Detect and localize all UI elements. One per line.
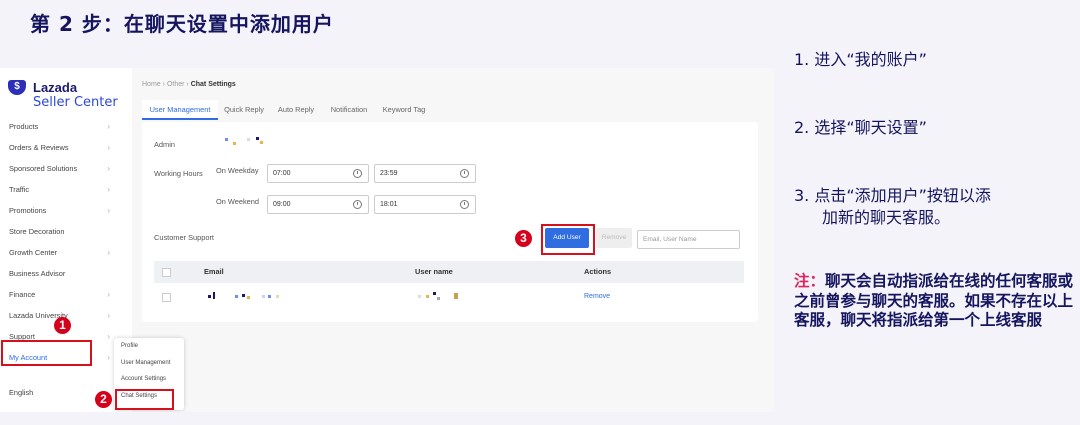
weekday-end-value: 23:59 [380, 170, 398, 177]
clock-icon [353, 200, 362, 209]
submenu-item-account-settings[interactable]: Account Settings [114, 371, 184, 388]
highlight-my-account [1, 340, 92, 366]
sidebar-item-label: Traffic [9, 185, 30, 194]
language-switcher[interactable]: English [9, 388, 33, 397]
sidebar-item-label: Store Decoration [9, 227, 65, 236]
highlight-chat-settings [115, 389, 174, 410]
breadcrumb-separator: › [162, 81, 165, 88]
weekday-end-time[interactable]: 23:59 [374, 164, 476, 183]
clock-icon [460, 169, 469, 178]
step-badge-3: 3 [515, 230, 532, 247]
lazada-logo[interactable]: $ Lazada Seller Center [6, 80, 126, 112]
tab-notification[interactable]: Notification [324, 100, 374, 120]
user-management-panel [142, 122, 758, 322]
tab-quick-reply[interactable]: Quick Reply [220, 100, 268, 120]
row-remove-link[interactable]: Remove [584, 293, 610, 300]
sidebar-item-store-decoration[interactable]: Store Decoration [0, 221, 132, 242]
sidebar-item-business-advisor[interactable]: Business Advisor [0, 263, 132, 284]
breadcrumb-current: Chat Settings [190, 81, 236, 88]
step-badge-2: 2 [95, 391, 112, 408]
column-header-actions: Actions [584, 267, 612, 276]
weekend-end-time[interactable]: 18:01 [374, 195, 476, 214]
chevron-right-icon: › [107, 311, 110, 320]
weekday-start-time[interactable]: 07:00 [267, 164, 369, 183]
note-prefix: 注： [794, 272, 826, 290]
step-1-text: 1. 进入“我的账户” [794, 50, 927, 69]
remove-button[interactable]: Remove [596, 228, 632, 248]
logo-subtitle: Seller Center [33, 95, 118, 110]
breadcrumb: Home › Other › Chat Settings [142, 81, 236, 88]
step-badge-1: 1 [54, 317, 71, 334]
weekend-start-time[interactable]: 09:00 [267, 195, 369, 214]
chevron-right-icon: › [107, 353, 110, 362]
sidebar-item-label: Finance [9, 290, 36, 299]
chevron-right-icon: › [107, 164, 110, 173]
step-2-text: 2. 选择“聊天设置” [794, 118, 927, 137]
sidebar-item-products[interactable]: Products › [0, 116, 132, 137]
clock-icon [353, 169, 362, 178]
weekday-start-value: 07:00 [273, 170, 291, 177]
row-checkbox[interactable] [162, 293, 171, 302]
sidebar-item-label: Sponsored Solutions [9, 164, 78, 173]
lazada-heart-icon: $ [8, 80, 26, 95]
settings-tabs: User Management Quick Reply Auto Reply N… [142, 100, 758, 120]
slide-title: 第 2 步：在聊天设置中添加用户 [30, 12, 334, 36]
breadcrumb-home[interactable]: Home [142, 81, 161, 88]
sidebar-item-label: Products [9, 122, 39, 131]
customer-support-label: Customer Support [154, 233, 214, 242]
sidebar-item-orders-reviews[interactable]: Orders & Reviews › [0, 137, 132, 158]
chevron-right-icon: › [107, 290, 110, 299]
step-3-text: 3. 点击“添加用户”按钮以添 [794, 186, 991, 205]
tab-auto-reply[interactable]: Auto Reply [272, 100, 320, 120]
tab-user-management[interactable]: User Management [142, 100, 218, 120]
logo-name: Lazada [33, 80, 78, 95]
submenu-item-user-management[interactable]: User Management [114, 355, 184, 372]
sidebar-item-label: Business Advisor [9, 269, 66, 278]
table-header: Email User name Actions [154, 261, 744, 283]
sidebar-item-sponsored-solutions[interactable]: Sponsored Solutions › [0, 158, 132, 179]
working-hours-label: Working Hours [154, 169, 203, 178]
chevron-right-icon: › [107, 122, 110, 131]
column-header-user-name: User name [415, 267, 453, 276]
column-header-email: Email [204, 267, 224, 276]
weekend-start-value: 09:00 [273, 201, 291, 208]
highlight-add-user [541, 224, 595, 255]
weekend-end-value: 18:01 [380, 201, 398, 208]
seller-center-screenshot: $ Lazada Seller Center Products › Orders … [0, 68, 774, 412]
note-text: 注：聊天会自动指派给在线的任何客服或之前曾参与聊天的客服。如果不存在以上客服，聊… [794, 272, 1078, 331]
sidebar-item-promotions[interactable]: Promotions › [0, 200, 132, 221]
weekday-label: On Weekday [216, 166, 259, 175]
sidebar-item-traffic[interactable]: Traffic › [0, 179, 132, 200]
breadcrumb-other[interactable]: Other [167, 81, 185, 88]
chevron-right-icon: › [107, 248, 110, 257]
chevron-right-icon: › [107, 332, 110, 341]
sidebar-item-label: Orders & Reviews [9, 143, 69, 152]
chevron-right-icon: › [107, 206, 110, 215]
step-3-continuation: 加新的聊天客服。 [822, 208, 951, 227]
tab-keyword-tag[interactable]: Keyword Tag [378, 100, 430, 120]
sidebar-item-label: Promotions [9, 206, 47, 215]
chevron-right-icon: › [107, 143, 110, 152]
weekend-label: On Weekend [216, 197, 260, 206]
breadcrumb-separator: › [186, 81, 189, 88]
sidebar-item-finance[interactable]: Finance › [0, 284, 132, 305]
note-body: 聊天会自动指派给在线的任何客服或之前曾参与聊天的客服。如果不存在以上客服，聊天将… [794, 272, 1074, 329]
submenu-item-profile[interactable]: Profile [114, 338, 184, 355]
admin-label: Admin [154, 140, 175, 149]
sidebar-item-growth-center[interactable]: Growth Center › [0, 242, 132, 263]
user-search-input[interactable]: Email, User Name [637, 230, 740, 249]
clock-icon [460, 200, 469, 209]
select-all-checkbox[interactable] [162, 268, 171, 277]
chevron-right-icon: › [107, 185, 110, 194]
sidebar-item-label: Growth Center [9, 248, 58, 257]
